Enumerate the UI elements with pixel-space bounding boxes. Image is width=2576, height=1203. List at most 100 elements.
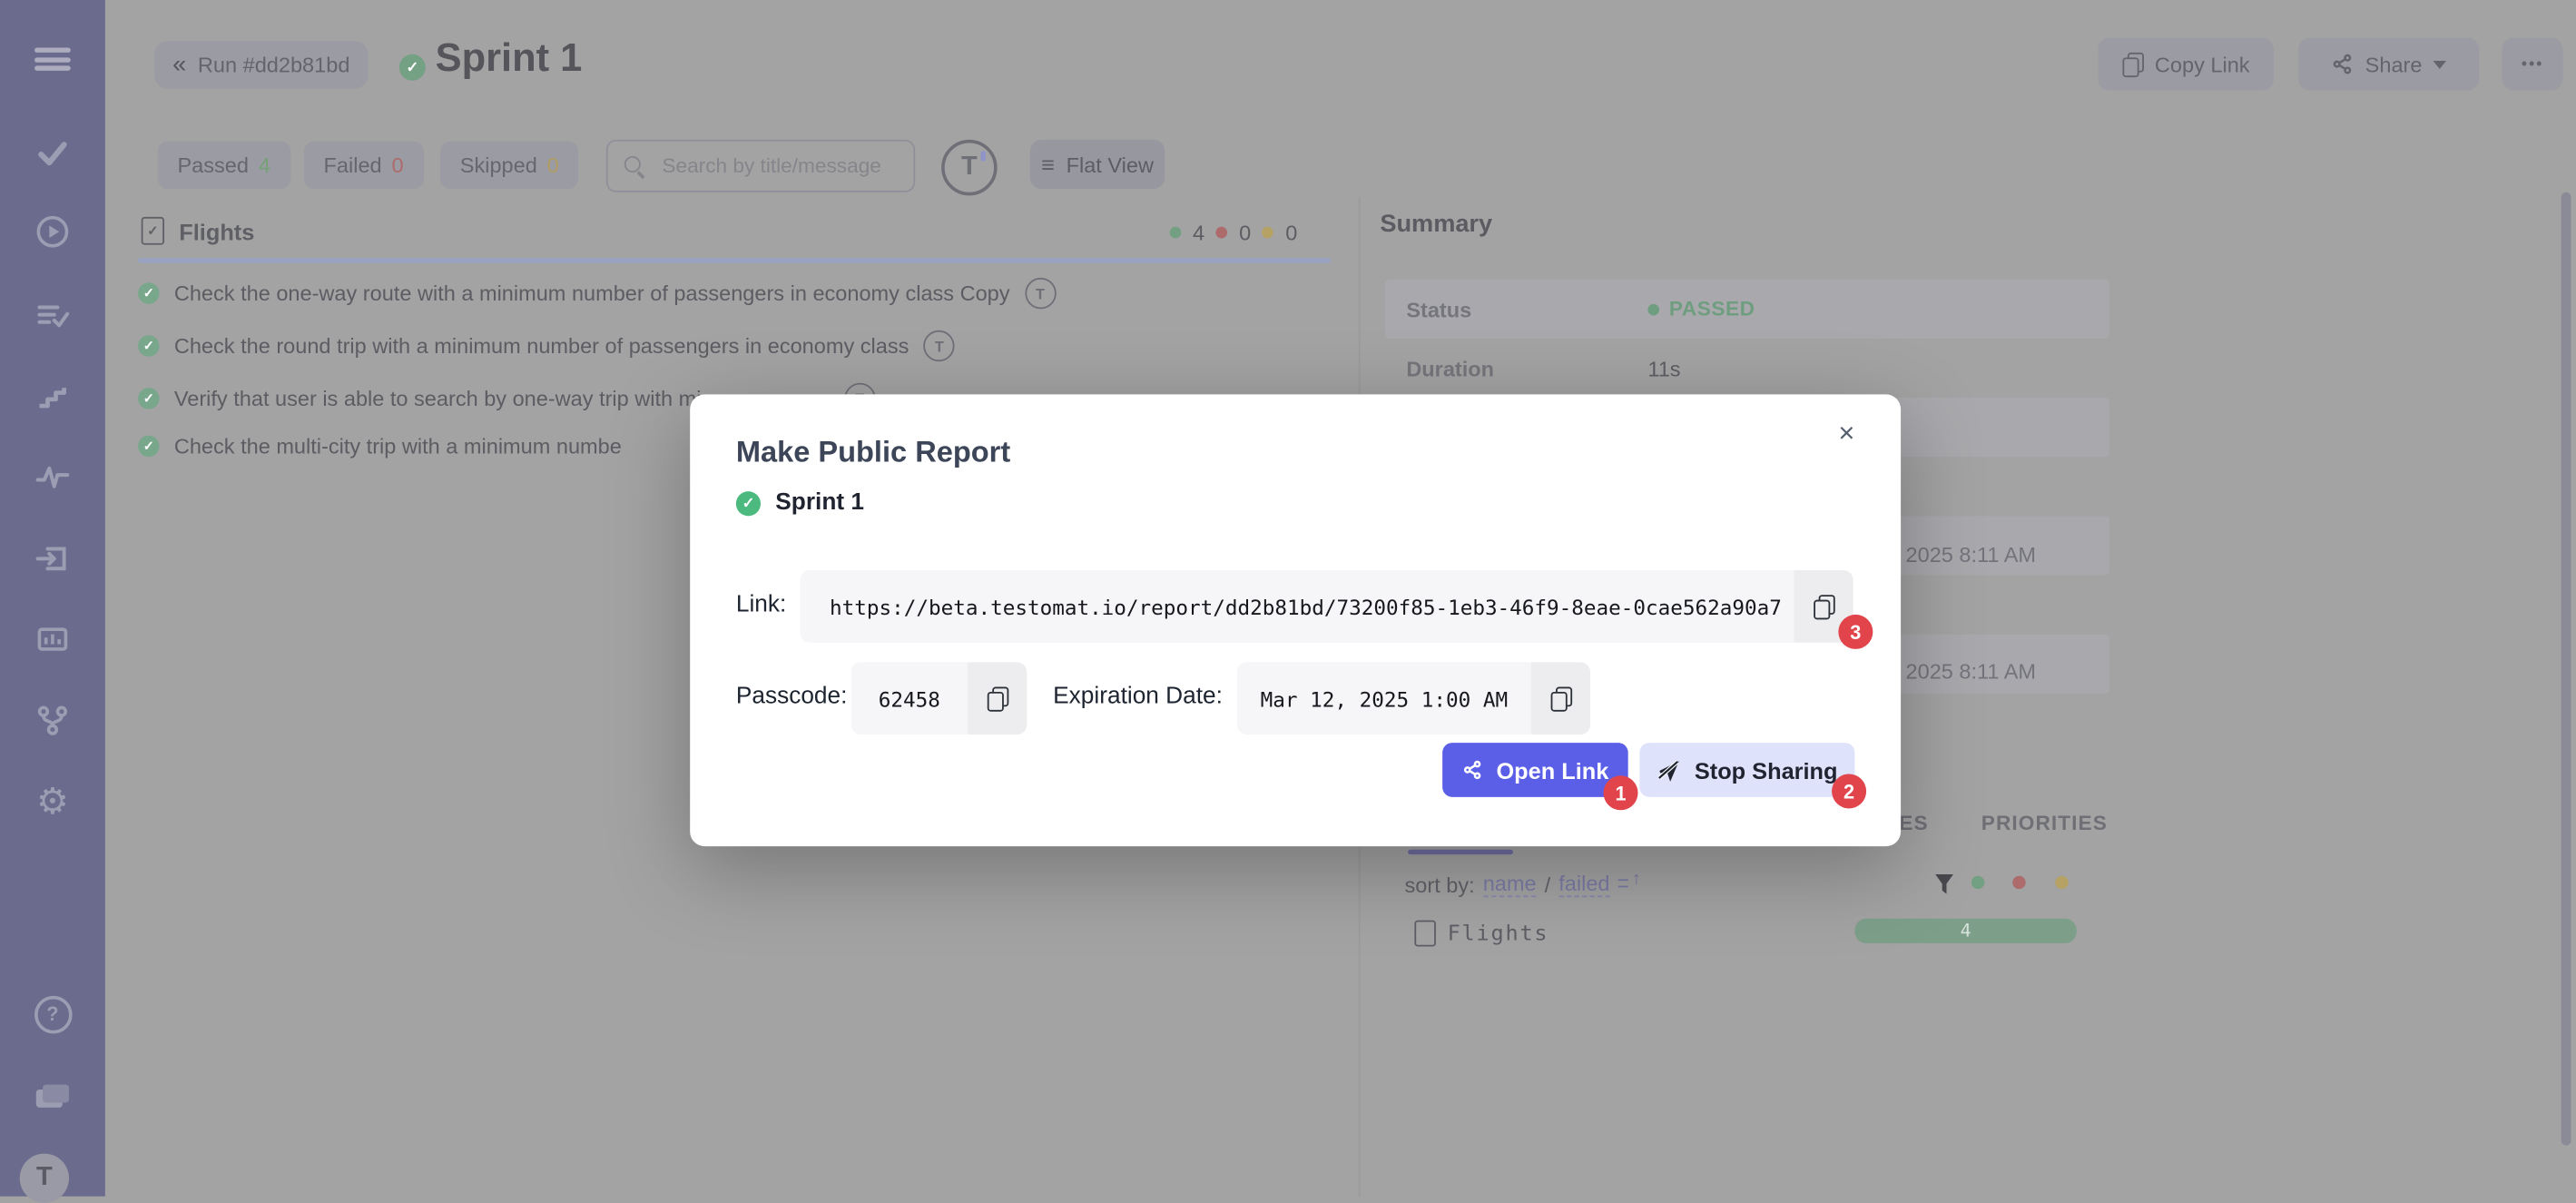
sort-by-name-link[interactable]: name (1483, 871, 1537, 897)
suite-passed-bar[interactable]: 4 (1854, 919, 2076, 943)
test-title: Check the one-way route with a minimum n… (174, 281, 1010, 306)
suite-counts: 4 0 0 (1170, 221, 1298, 245)
suite-stat-name[interactable]: Flights (1448, 922, 1549, 946)
summary-row-duration: Duration 11s (1385, 339, 2109, 398)
tour-badge-3: 3 (1838, 615, 1873, 649)
filter-failed-chip[interactable]: Failed 0 (304, 142, 424, 189)
import-icon[interactable] (0, 536, 105, 582)
test-passed-icon: ✓ (138, 388, 160, 409)
suite-file-icon: ✓ (142, 217, 164, 245)
search-input[interactable] (659, 153, 896, 179)
funnel-filter-icon[interactable] (1935, 874, 1953, 894)
stop-sharing-icon (1657, 757, 1681, 782)
left-sidebar: ⚙ ? T (0, 0, 105, 1197)
back-to-run-button[interactable]: « Run #dd2b81bd (154, 41, 368, 88)
failed-count: 0 (392, 153, 404, 177)
run-passed-check-icon: ✓ (399, 54, 426, 81)
vertical-scrollbar[interactable] (2561, 192, 2571, 1146)
summary-date-value: 2025 8:11 AM (1906, 542, 2036, 567)
more-actions-button[interactable]: ••• (2502, 38, 2563, 91)
chevrons-left-icon: « (172, 51, 186, 79)
active-tab-indicator (1408, 850, 1513, 854)
status-dot-icon (1647, 303, 1659, 315)
passcode-label: Passcode: (736, 684, 848, 710)
close-icon[interactable]: × (1838, 419, 1854, 448)
test-title: Check the multi-city trip with a minimum… (174, 434, 622, 459)
sort-ascending-icon[interactable]: ↑ (1618, 873, 1641, 895)
copy-passcode-button[interactable] (968, 662, 1027, 735)
passed-count: 4 (259, 153, 270, 177)
failed-filter-dot-icon[interactable] (2012, 876, 2025, 889)
analytics-pulse-icon[interactable] (0, 454, 105, 500)
test-passed-icon: ✓ (138, 282, 160, 304)
status-badge: PASSED (1647, 298, 1755, 320)
search-icon (624, 155, 646, 177)
share-icon (1461, 759, 1483, 781)
test-report-link-icon[interactable]: T (924, 330, 955, 361)
suite-name: Flights (179, 218, 254, 244)
passed-filter-dot-icon[interactable] (1971, 876, 1984, 889)
testomat-logo-icon[interactable]: T (20, 1154, 69, 1203)
passcode-field[interactable]: 62458 (851, 662, 1027, 735)
share-icon (2331, 53, 2354, 75)
summary-date-value: 2025 8:11 AM (1906, 659, 2036, 684)
plans-list-check-icon[interactable] (0, 292, 105, 339)
stop-sharing-button[interactable]: Stop Sharing (1639, 743, 1854, 797)
test-title: Check the round trip with a minimum numb… (174, 333, 909, 358)
failed-dot-icon (1216, 227, 1228, 239)
share-button[interactable]: Share (2298, 38, 2479, 91)
sort-controls: sort by: name / failed ↑ (1405, 871, 1641, 897)
open-link-button[interactable]: Open Link (1442, 743, 1628, 797)
branch-icon[interactable] (0, 696, 105, 743)
ellipsis-icon: ••• (2522, 55, 2543, 74)
suite-header-flights[interactable]: ✓ Flights (142, 217, 255, 245)
copy-expiration-button[interactable] (1531, 662, 1590, 735)
sort-by-failed-link[interactable]: failed (1558, 871, 1609, 897)
filter-passed-chip[interactable]: Passed 4 (158, 142, 290, 189)
copy-icon (1550, 686, 1572, 711)
run-passed-check-icon: ✓ (736, 490, 761, 515)
skipped-filter-dot-icon[interactable] (2055, 876, 2068, 889)
report-link-field[interactable]: https://beta.testomat.io/report/dd2b81bd… (800, 570, 1853, 643)
settings-gear-icon[interactable]: ⚙ (0, 779, 105, 825)
chevron-down-icon (2433, 60, 2446, 68)
test-passed-icon: ✓ (138, 436, 160, 458)
report-link-url[interactable]: https://beta.testomat.io/report/dd2b81bd… (800, 594, 1781, 618)
search-box (606, 140, 915, 192)
copy-icon (987, 686, 1008, 711)
testomat-filter-toggle-icon[interactable]: T (941, 140, 998, 196)
hamburger-lines (34, 47, 71, 70)
list-view-icon: ≡ (1041, 152, 1055, 178)
menu-icon[interactable] (0, 36, 105, 83)
app-window: ⚙ ? T « Run #dd2b81bd ✓ Sprint 1 Copy Li… (0, 0, 2576, 1197)
expiration-value[interactable]: Mar 12, 2025 1:00 AM (1237, 686, 1531, 711)
skipped-count: 0 (547, 153, 559, 177)
runs-play-icon[interactable] (0, 209, 105, 255)
suite-file-icon (1414, 921, 1436, 947)
tour-badge-2: 2 (1832, 774, 1866, 808)
help-icon[interactable]: ? (0, 991, 105, 1037)
tab-suites-partial[interactable]: ES (1899, 812, 1928, 834)
filter-skipped-chip[interactable]: Skipped 0 (440, 142, 578, 189)
test-report-link-icon[interactable]: T (1025, 278, 1056, 309)
tab-priorities[interactable]: PRIORITIES (1981, 812, 2108, 834)
steps-icon[interactable] (0, 373, 105, 419)
passcode-value[interactable]: 62458 (851, 686, 968, 711)
flat-view-button[interactable]: ≡ Flat View (1030, 140, 1165, 189)
test-row[interactable]: ✓ Check the round trip with a minimum nu… (138, 330, 1353, 361)
passed-dot-icon (1170, 227, 1182, 239)
tour-badge-1: 1 (1604, 775, 1638, 810)
tests-check-icon[interactable] (0, 130, 105, 176)
expiration-label: Expiration Date: (1053, 684, 1223, 710)
modal-title: Make Public Report (736, 436, 1010, 470)
summary-title: Summary (1380, 211, 1492, 239)
skipped-dot-icon (1263, 227, 1274, 239)
summary-row-status: Status PASSED (1385, 280, 2109, 339)
expiration-field[interactable]: Mar 12, 2025 1:00 AM (1237, 662, 1590, 735)
test-row[interactable]: ✓ Check the one-way route with a minimum… (138, 278, 1353, 309)
projects-folders-icon[interactable] (0, 1073, 105, 1119)
test-passed-icon: ✓ (138, 335, 160, 357)
report-chart-icon[interactable] (0, 616, 105, 663)
make-public-report-modal: × Make Public Report ✓ Sprint 1 Link: ht… (690, 394, 1901, 846)
page-title: Sprint 1 (436, 36, 583, 83)
